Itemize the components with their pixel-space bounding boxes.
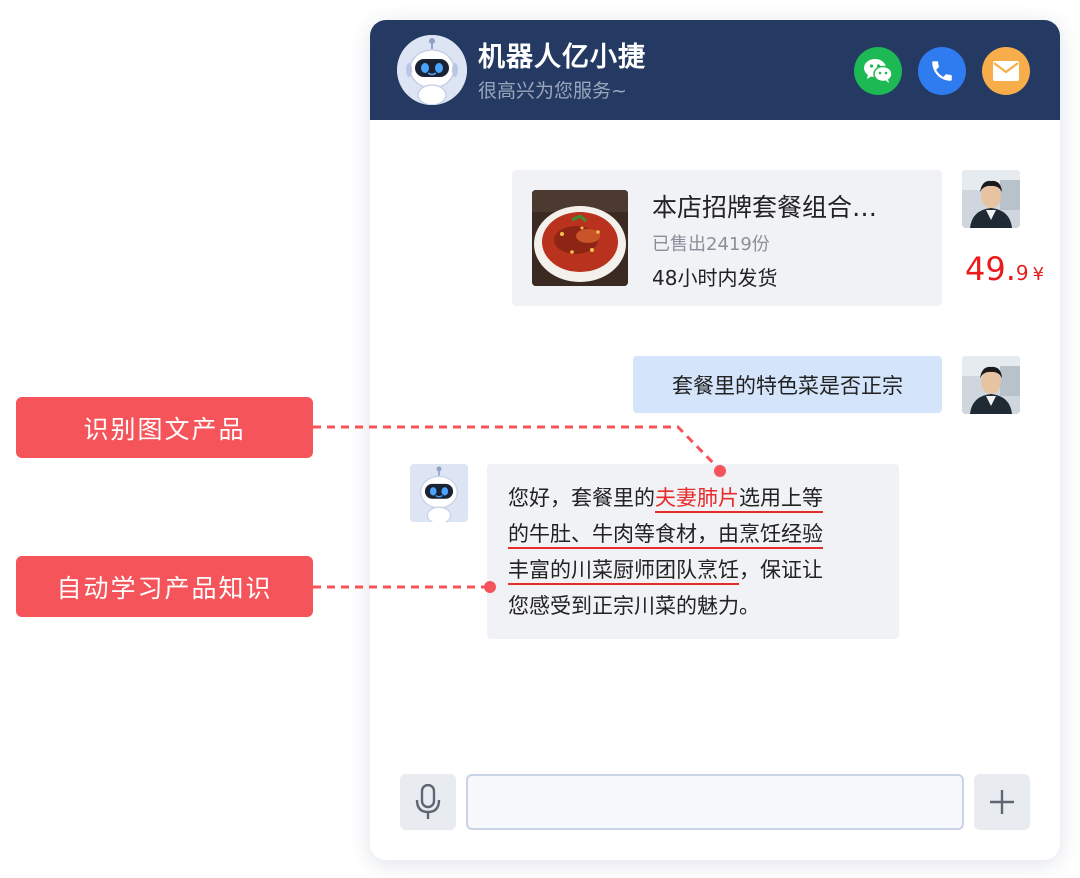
bot-reply-line: 的牛肚、牛肉等食材，由烹饪经验 <box>508 518 823 549</box>
wechat-button[interactable] <box>854 47 902 95</box>
robot-avatar <box>410 464 468 522</box>
mail-icon <box>993 61 1019 81</box>
user-avatar <box>962 356 1020 414</box>
chat-header: 机器人亿小捷 很高兴为您服务~ <box>370 20 1060 120</box>
product-sold-count: 已售出2419份 <box>652 234 770 255</box>
price-integer: 49. <box>965 250 1016 288</box>
chat-subtitle: 很高兴为您服务~ <box>478 80 627 102</box>
bot-reply-text: 选用上等 <box>739 486 823 513</box>
product-price: 49.9 ¥ <box>965 250 1044 288</box>
message-input[interactable] <box>466 774 964 830</box>
bot-reply-text: 的牛肚、牛肉等食材，由烹饪经验 <box>508 522 823 549</box>
product-shipping: 48小时内发货 <box>652 266 778 290</box>
microphone-button[interactable] <box>400 774 456 830</box>
food-dish-image <box>532 190 628 286</box>
wechat-icon <box>864 59 893 83</box>
product-card-message[interactable]: 本店招牌套餐组合… 已售出2419份 48小时内发货 49.9 ¥ <box>512 170 1044 306</box>
phone-icon <box>932 61 952 81</box>
highlighted-dish: 夫妻肺片 <box>655 486 739 513</box>
annotation-label: 自动学习产品知识 <box>16 556 313 617</box>
price-decimal: 9 <box>1015 261 1029 285</box>
bot-reply-text: 您感受到正宗川菜的魅力。 <box>508 594 760 618</box>
chat-title: 机器人亿小捷 <box>478 42 646 73</box>
phone-button[interactable] <box>918 47 966 95</box>
robot-avatar <box>397 35 467 105</box>
plus-icon <box>990 790 1014 814</box>
bot-reply-line: 您好，套餐里的夫妻肺片选用上等 <box>508 482 823 513</box>
microphone-icon <box>415 784 441 819</box>
product-title: 本店招牌套餐组合… <box>652 193 878 222</box>
bot-reply-text: ，保证让 <box>739 558 823 582</box>
robot-icon <box>410 464 468 522</box>
user-avatar <box>962 170 1020 228</box>
add-attachment-button[interactable] <box>974 774 1030 830</box>
annotation-label: 识别图文产品 <box>16 397 313 458</box>
bot-reply-text: 您好，套餐里的 <box>508 486 655 510</box>
robot-icon <box>397 35 467 105</box>
bot-message-bubble: 您好，套餐里的夫妻肺片选用上等 的牛肚、牛肉等食材，由烹饪经验 丰富的川菜厨师团… <box>487 464 899 639</box>
currency-symbol: ¥ <box>1032 264 1045 285</box>
user-message-bubble: 套餐里的特色菜是否正宗 <box>633 356 942 413</box>
bot-reply-line: 您感受到正宗川菜的魅力。 <box>508 590 760 620</box>
bot-reply-line: 丰富的川菜厨师团队烹饪，保证让 <box>508 554 823 585</box>
mail-button[interactable] <box>982 47 1030 95</box>
bot-reply-text: 丰富的川菜厨师团队烹饪 <box>508 558 739 585</box>
chat-window: 机器人亿小捷 很高兴为您服务~ 本店招牌套餐组合… 已售出2419份 48小时内… <box>370 20 1060 860</box>
